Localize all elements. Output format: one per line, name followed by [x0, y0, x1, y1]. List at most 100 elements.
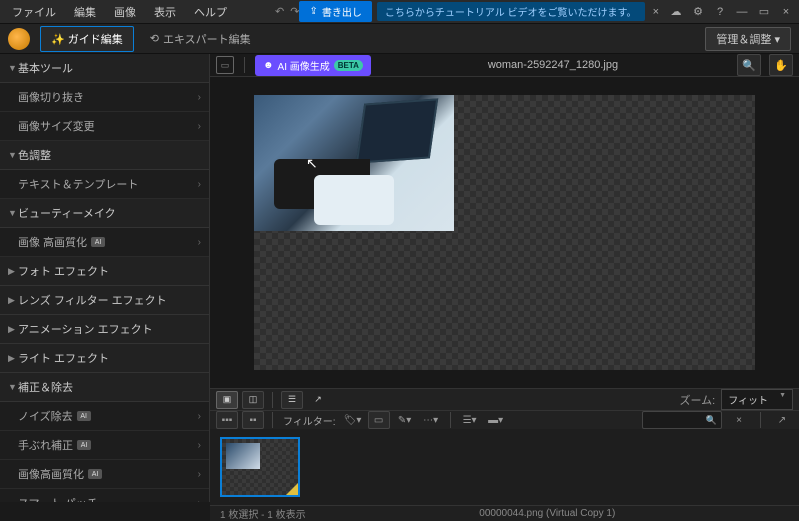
thumb-large-icon[interactable]: ▪▪ — [242, 411, 264, 429]
sidebar-item[interactable]: スマート パッチ› — [0, 489, 209, 502]
sidebar-category[interactable]: ▼ 色調整 — [0, 141, 209, 170]
sidebar-category[interactable]: ▼ 基本ツール — [0, 54, 209, 83]
filter-bar: ▪▪▪ ▪▪ フィルター: 🏷▾ ▭ ✎▾ ⋯▾ ☰▾ ▬▾ 🔍 × ↗ — [210, 410, 799, 429]
pan-tool-icon[interactable]: ✋ — [769, 54, 793, 76]
menu-view[interactable]: 表示 — [146, 1, 184, 23]
redo-icon[interactable]: ↷ — [290, 5, 299, 18]
chevron-right-icon: › — [198, 469, 201, 480]
sidebar-item[interactable]: ノイズ除去 AI › — [0, 402, 209, 431]
ai-badge-icon: AI — [77, 411, 91, 421]
image-preview[interactable] — [254, 95, 454, 231]
viewport[interactable]: ↖ — [210, 77, 799, 388]
histogram-icon[interactable]: ☰ — [281, 391, 303, 409]
menu-image[interactable]: 画像 — [106, 1, 144, 23]
single-view-icon[interactable]: ▣ — [216, 391, 238, 409]
arrow-down-icon: ▼ — [8, 63, 18, 73]
mode-bar: ✨ ガイド編集 ⟲ エキスパート編集 管理＆調整 ▾ — [0, 24, 799, 54]
ai-gen-label: AI 画像生成 — [278, 58, 330, 73]
menu-file[interactable]: ファイル — [4, 1, 64, 23]
sidebar-category-label: フォト エフェクト — [18, 263, 109, 279]
sidebar-category[interactable]: ▼ ビューティーメイク — [0, 199, 209, 228]
sidebar-item-label: 画像 高画質化 — [18, 234, 87, 250]
sidebar-category[interactable]: ▶ ライト エフェクト — [0, 344, 209, 373]
ai-badge-icon: AI — [77, 440, 91, 450]
separator — [450, 412, 451, 428]
zoom-select[interactable]: フィット — [721, 389, 793, 410]
sidebar-category-label: アニメーション エフェクト — [18, 321, 153, 337]
chevron-right-icon: › — [198, 237, 201, 248]
chevron-right-icon: › — [198, 179, 201, 190]
sidebar-category-label: ライト エフェクト — [18, 350, 109, 366]
menu-help[interactable]: ヘルプ — [186, 1, 235, 23]
guide-edit-tab[interactable]: ✨ ガイド編集 — [40, 26, 134, 52]
close-banner-icon[interactable]: × — [649, 6, 663, 18]
beta-badge: BETA — [334, 60, 363, 71]
arrow-down-icon: ▼ — [8, 382, 18, 392]
arrow-right-icon: ▶ — [8, 353, 18, 364]
sidebar-category[interactable]: ▼ 補正＆除去 — [0, 373, 209, 402]
sidebar-item-label: テキスト＆テンプレート — [18, 176, 138, 192]
sidebar-item-label: スマート パッチ — [18, 495, 98, 502]
clear-search-icon[interactable]: × — [728, 411, 750, 429]
sidebar-item[interactable]: 画像サイズ変更› — [0, 112, 209, 141]
filter-label: フィルター: — [283, 413, 336, 428]
upload-icon: ⇪ — [309, 6, 317, 17]
minimize-icon[interactable]: — — [733, 3, 751, 21]
undo-icon[interactable]: ↶ — [275, 5, 284, 18]
sidebar-item[interactable]: テキスト＆テンプレート › — [0, 170, 209, 199]
eyedropper-icon[interactable]: ↗ — [307, 391, 329, 409]
sidebar-item[interactable]: 画像切り抜き› — [0, 83, 209, 112]
help-icon[interactable]: ? — [711, 3, 729, 21]
export-button[interactable]: ⇪ 書き出し — [299, 1, 371, 22]
settings-icon[interactable]: ⚙ — [689, 3, 707, 21]
sidebar-item[interactable]: 手ぶれ補正AI› — [0, 431, 209, 460]
zoom-label: ズーム: — [679, 392, 715, 408]
stack-icon[interactable]: ▬▾ — [485, 411, 507, 429]
sidebar-item-label: ノイズ除去 — [18, 408, 73, 424]
thumbnail[interactable] — [220, 437, 300, 497]
selection-status: 1 枚選択 - 1 枚表示 — [220, 506, 306, 521]
status-filename: 00000044.png (Virtual Copy 1) — [306, 508, 789, 519]
compare-view-icon[interactable]: ◫ — [242, 391, 264, 409]
arrow-down-icon: ▼ — [8, 150, 18, 160]
ai-generate-button[interactable]: ☻ AI 画像生成 BETA — [255, 55, 371, 76]
arrow-right-icon: ▶ — [8, 295, 18, 306]
wand-icon: ✨ — [51, 34, 68, 46]
sidebar-category[interactable]: ▶ アニメーション エフェクト — [0, 315, 209, 344]
canvas-checkerboard: ↖ — [254, 95, 755, 370]
menubar: ファイル 編集 画像 表示 ヘルプ ↶ ↷ ⇪ 書き出し こちらからチュートリア… — [0, 0, 799, 24]
filter-edit-icon[interactable]: ✎▾ — [394, 411, 416, 429]
filter-rect-icon[interactable]: ▭ — [368, 411, 390, 429]
tutorial-banner[interactable]: こちらからチュートリアル ビデオをご覧いただけます。 — [377, 2, 645, 21]
search-input[interactable]: 🔍 — [642, 411, 722, 429]
cloud-icon[interactable]: ☁ — [667, 3, 685, 21]
export-label: 書き出し — [322, 4, 362, 19]
sidebar-item[interactable]: 画像高画質化AI› — [0, 460, 209, 489]
chevron-right-icon: › — [198, 440, 201, 451]
maximize-icon[interactable]: ▭ — [755, 3, 773, 21]
menu-edit[interactable]: 編集 — [66, 1, 104, 23]
ai-face-icon: ☻ — [263, 60, 274, 71]
external-link-icon[interactable]: ↗ — [771, 411, 793, 429]
sidebar-category-label: 基本ツール — [18, 60, 73, 76]
arrow-right-icon: ▶ — [8, 266, 18, 277]
thumb-small-icon[interactable]: ▪▪▪ — [216, 411, 238, 429]
filter-more-icon[interactable]: ⋯▾ — [420, 411, 442, 429]
expert-edit-tab[interactable]: ⟲ エキスパート編集 — [150, 31, 251, 47]
sidebar-category-label: レンズ フィルター エフェクト — [18, 292, 167, 308]
chevron-right-icon: › — [198, 121, 201, 132]
sidebar-item[interactable]: 画像 高画質化AI› — [0, 228, 209, 257]
chevron-down-icon: ▾ — [774, 34, 780, 46]
sort-icon[interactable]: ☰▾ — [459, 411, 481, 429]
sidebar-category[interactable]: ▶ レンズ フィルター エフェクト — [0, 286, 209, 315]
sidebar-category-label: 補正＆除去 — [18, 379, 73, 395]
sidebar-category[interactable]: ▶ フォト エフェクト — [0, 257, 209, 286]
chevron-right-icon: › — [198, 411, 201, 422]
sliders-icon: ⟲ — [150, 32, 159, 45]
zoom-tool-icon[interactable]: 🔍 — [737, 54, 761, 76]
manage-adjust-button[interactable]: 管理＆調整 ▾ — [705, 27, 791, 51]
thumbnail-image — [226, 443, 260, 469]
filter-tags-icon[interactable]: 🏷▾ — [342, 411, 364, 429]
open-folder-icon[interactable]: ▭ — [216, 56, 234, 74]
close-window-icon[interactable]: × — [777, 3, 795, 21]
